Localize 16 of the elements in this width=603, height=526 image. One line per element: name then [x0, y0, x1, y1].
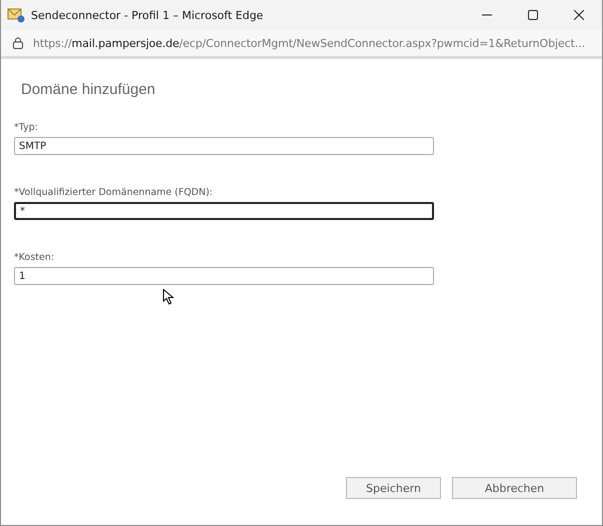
input-field[interactable]: SMTP — [14, 137, 434, 155]
maximize-icon — [528, 10, 538, 20]
close-icon — [574, 10, 584, 20]
input-field[interactable]: 1 — [14, 267, 434, 285]
mouse-cursor-icon — [163, 289, 174, 305]
lock-icon — [13, 37, 23, 49]
url-text[interactable]: https://mail.pampersjoe.de/ecp/ConnectorMgmt/NewSendConnector.aspx?pwmcid=1&ReturnObject... — [33, 36, 585, 50]
field-label: *Typ: — [14, 122, 39, 133]
cancel-button[interactable]: Abbrechen — [452, 477, 577, 499]
field-label: *Kosten: — [14, 252, 56, 263]
save-button[interactable]: Speichern — [346, 477, 441, 499]
window-title: Sendeconnector - Profil 1 – Microsoft Edge — [31, 8, 264, 22]
envelope-icon — [7, 7, 25, 23]
field-label: *Vollqualifizierter Domänenname (FQDN): — [14, 187, 214, 198]
dialog-title: Domäne hinzufügen — [21, 81, 156, 98]
input-field[interactable]: * — [14, 202, 434, 220]
